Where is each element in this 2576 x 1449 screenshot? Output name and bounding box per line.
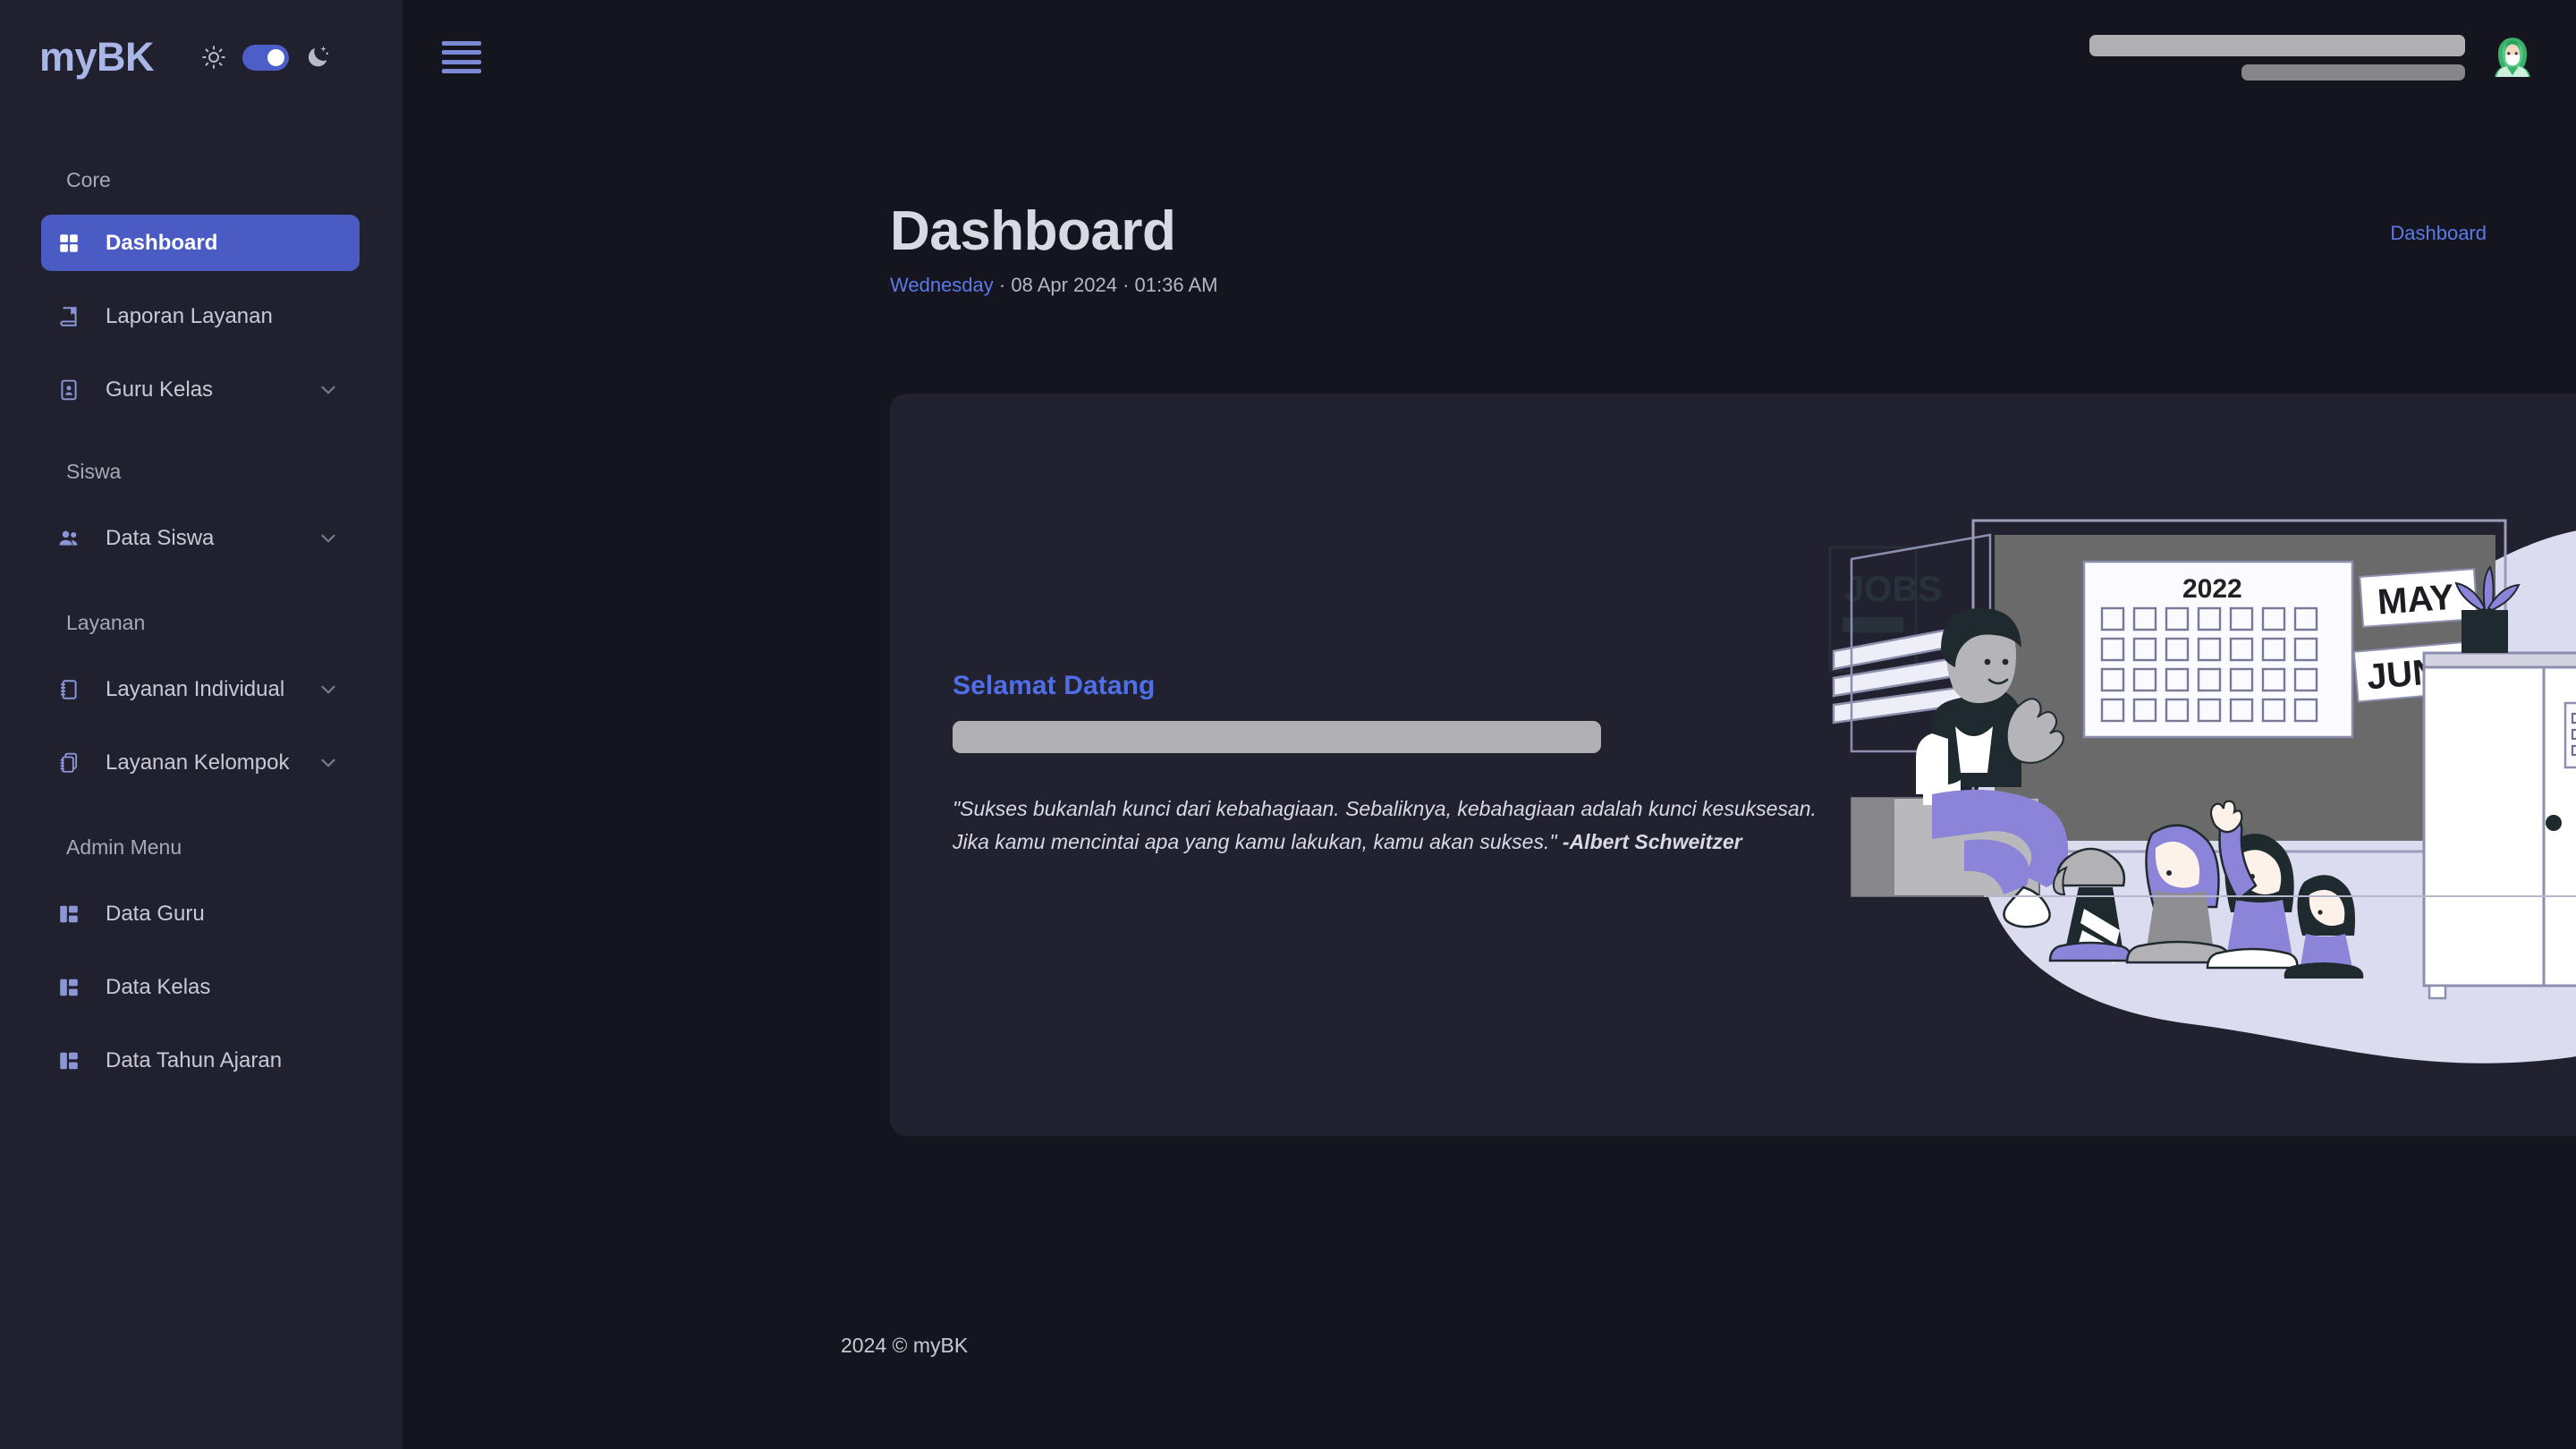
hamburger-icon[interactable]: [442, 41, 481, 73]
quote-line-1: "Sukses bukanlah kunci dari kebahagiaan.…: [953, 797, 1817, 820]
id-card-icon: [55, 377, 82, 403]
book-icon: [55, 303, 82, 330]
sidebar-section-admin-menu: Admin Menu: [66, 835, 182, 859]
svg-text:2022: 2022: [2182, 574, 2242, 604]
sidebar-item-data-siswa[interactable]: Data Siswa: [41, 510, 360, 566]
sidebar-section-layanan: Layanan: [66, 610, 146, 634]
hamburger-bar: [442, 68, 481, 73]
sidebar-item-data-kelas[interactable]: Data Kelas: [41, 959, 360, 1015]
hamburger-bar: [442, 41, 481, 46]
layout-icon: [55, 974, 82, 1001]
sidebar-item-label: Data Guru: [106, 901, 205, 926]
sun-icon[interactable]: [200, 44, 227, 71]
breadcrumb[interactable]: Dashboard: [2390, 222, 2487, 245]
users-icon: [55, 525, 82, 552]
sidebar-item-label: Data Tahun Ajaran: [106, 1047, 283, 1072]
quote-line-2: Jika kamu mencintai apa yang kamu lakuka…: [953, 830, 1563, 854]
sidebar-item-label: Guru Kelas: [106, 377, 214, 402]
topbar: [402, 0, 2576, 114]
page-datetime: Wednesday · 08 Apr 2024 · 01:36 AM: [890, 274, 2576, 297]
sidebar-item-label: Layanan Individual: [106, 676, 285, 701]
page-datetime-rest: · 08 Apr 2024 · 01:36 AM: [993, 274, 1218, 296]
user-role-redacted: [2241, 64, 2465, 80]
theme-toggle[interactable]: [242, 44, 290, 71]
welcome-text-block: Selamat Datang "Sukses bukanlah kunci da…: [953, 671, 1892, 860]
layout-icon: [55, 901, 82, 928]
notebook-icon: [55, 676, 82, 703]
welcome-name-redacted: [953, 721, 1601, 753]
welcome-card: JOBS 2022 MAY JUNE Selamat Datang "Sukse…: [890, 394, 2576, 1136]
moon-icon[interactable]: [304, 44, 331, 71]
sidebar-item-label: Laporan Layanan: [106, 303, 273, 328]
welcome-quote: "Sukses bukanlah kunci dari kebahagiaan.…: [953, 792, 1865, 860]
hamburger-bar: [442, 50, 481, 55]
sidebar-item-label: Layanan Kelompok: [106, 750, 290, 775]
classroom-illustration: JOBS 2022 MAY JUNE: [1798, 394, 2576, 1136]
svg-text:JOBS: JOBS: [1844, 570, 1942, 609]
sidebar-section-siswa: Siswa: [66, 459, 122, 483]
user-name-redacted: [2089, 34, 2465, 56]
chevron-down-icon[interactable]: [317, 678, 340, 701]
main-content: Dashboard Wednesday · 08 Apr 2024 · 01:3…: [402, 0, 2576, 1449]
layout-icon: [55, 1047, 82, 1074]
sidebar-item-laporan-layanan[interactable]: Laporan Layanan: [41, 288, 360, 344]
sidebar-item-guru-kelas[interactable]: Guru Kelas: [41, 361, 360, 418]
hamburger-bar: [442, 59, 481, 64]
sidebar-item-label: Data Siswa: [106, 525, 215, 550]
sidebar-item-data-guru[interactable]: Data Guru: [41, 886, 360, 942]
theme-switch: [200, 44, 331, 71]
theme-toggle-knob: [267, 48, 285, 66]
brand-logo[interactable]: myBK: [39, 34, 155, 80]
topbar-user-area: [2089, 33, 2537, 81]
user-meta: [2089, 34, 2465, 80]
sidebar-item-label: Data Kelas: [106, 974, 211, 999]
sidebar-item-layanan-kelompok[interactable]: Layanan Kelompok: [41, 734, 360, 791]
sidebar-brand-row: myBK: [0, 0, 402, 114]
sidebar-nav: Core Dashboard Laporan Layanan Guru Kela…: [0, 165, 402, 1089]
quote-author: -Albert Schweitzer: [1562, 830, 1742, 854]
sidebar: myBK Core Dashboard Laporan Layanan Guru…: [0, 0, 402, 1449]
avatar[interactable]: [2488, 33, 2537, 81]
app-root: myBK Core Dashboard Laporan Layanan Guru…: [0, 0, 2576, 1449]
svg-text:MAY: MAY: [2377, 578, 2455, 623]
chevron-down-icon[interactable]: [317, 751, 340, 775]
page-header: Dashboard Wednesday · 08 Apr 2024 · 01:3…: [402, 114, 2576, 297]
sidebar-item-layanan-individual[interactable]: Layanan Individual: [41, 661, 360, 717]
page-title: Dashboard: [890, 200, 1176, 262]
sidebar-item-data-tahun-ajaran[interactable]: Data Tahun Ajaran: [41, 1032, 360, 1089]
chevron-down-icon[interactable]: [317, 378, 340, 402]
sidebar-item-dashboard[interactable]: Dashboard: [41, 215, 360, 271]
notebooks-icon: [55, 750, 82, 776]
page-datetime-day: Wednesday: [890, 274, 994, 296]
welcome-title: Selamat Datang: [953, 671, 1156, 700]
grid-icon: [55, 230, 82, 257]
sidebar-section-core: Core: [66, 167, 111, 191]
sidebar-item-label: Dashboard: [106, 230, 218, 255]
footer-copyright: 2024 © myBK: [841, 1334, 969, 1357]
chevron-down-icon[interactable]: [317, 527, 340, 550]
